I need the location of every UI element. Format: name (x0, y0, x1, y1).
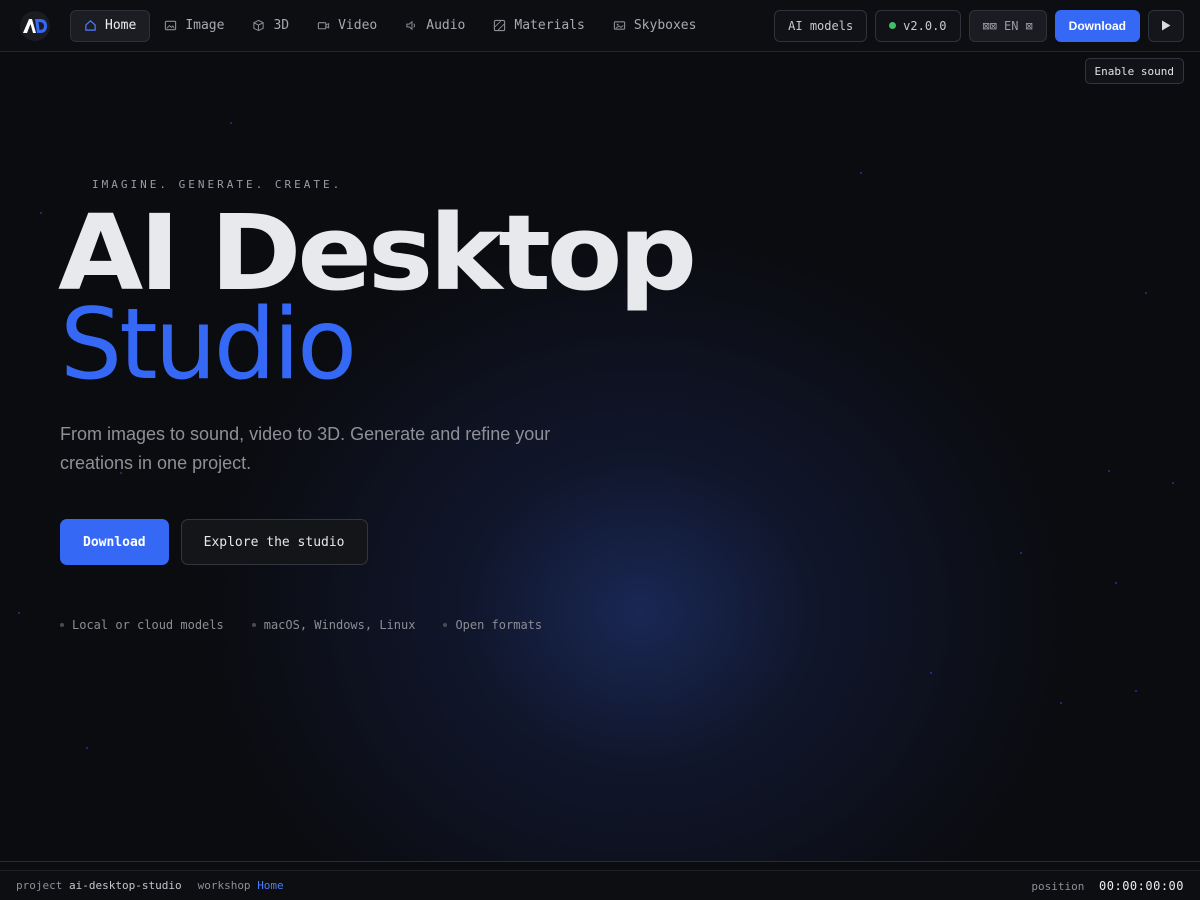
download-button[interactable]: Download (1054, 9, 1140, 42)
language-selector[interactable]: ⊠⊠ EN ⊠ (968, 9, 1047, 42)
top-bar: Home Image 3D Video Audio Materials Skyb… (0, 0, 1200, 52)
position-timecode: 00:00:00:00 (1099, 878, 1184, 893)
feature-label: macOS, Windows, Linux (263, 618, 416, 632)
nav-item-skyboxes[interactable]: Skyboxes (599, 10, 711, 42)
feature-label: Local or cloud models (72, 618, 224, 632)
enable-sound-button[interactable]: Enable sound (1084, 58, 1184, 84)
project-segment: project ai-desktop-studio (16, 879, 182, 892)
nav-item-3d[interactable]: 3D (238, 10, 303, 42)
nav-item-video[interactable]: Video (303, 10, 391, 42)
hero-title-line2: Studio (60, 288, 357, 402)
nav-item-label: Video (338, 18, 378, 33)
ai-models-label: AI models (788, 18, 854, 33)
position-label: position (1031, 879, 1085, 893)
feature-label: Open formats (455, 618, 543, 632)
cube-icon (253, 19, 265, 32)
language-label: EN (1003, 18, 1019, 33)
play-button[interactable] (1148, 9, 1184, 42)
main-nav: Home Image 3D Video Audio Materials Skyb… (70, 9, 711, 42)
nav-item-label: Materials (514, 18, 585, 33)
app-logo[interactable] (20, 10, 50, 41)
nav-item-materials[interactable]: Materials (479, 10, 598, 42)
bullet-icon (60, 623, 64, 627)
material-icon (494, 19, 506, 32)
ai-models-button[interactable]: AI models (774, 9, 868, 42)
speaker-icon (406, 20, 416, 31)
toolbar-right: AI models v2.0.0 ⊠⊠ EN ⊠ Download (774, 9, 1184, 42)
project-value: ai-desktop-studio (68, 879, 182, 892)
language-caret-glyph: ⊠ (1025, 18, 1033, 33)
flag-glyph: ⊠⊠ (982, 18, 997, 33)
hero-subtitle: From images to sound, video to 3D. Gener… (60, 424, 551, 473)
feature-list: Local or cloud models macOS, Windows, Li… (60, 618, 542, 632)
footer-divider (0, 861, 1200, 862)
workshop-link[interactable]: Home (257, 879, 284, 892)
video-icon (317, 22, 330, 30)
status-dot-icon (889, 22, 897, 29)
hero-tagline: IMAGINE. GENERATE. CREATE. (92, 178, 343, 191)
bullet-icon (443, 623, 448, 627)
hero-download-button[interactable]: Download (60, 519, 169, 565)
image-icon (165, 20, 177, 31)
nav-item-audio[interactable]: Audio (391, 10, 479, 42)
status-bar: project ai-desktop-studio workshop Home … (0, 870, 1200, 900)
version-badge[interactable]: v2.0.0 (875, 9, 961, 42)
version-label: v2.0.0 (903, 18, 947, 33)
workshop-segment: workshop Home (198, 879, 284, 892)
nav-item-label: Home (105, 18, 137, 33)
logo-icon (23, 18, 47, 33)
feature-item: Local or cloud models (60, 618, 224, 632)
home-icon (85, 20, 96, 31)
feature-item: Open formats (443, 618, 542, 632)
skybox-icon (613, 21, 626, 30)
nav-item-label: Skyboxes (633, 18, 697, 33)
nav-item-home[interactable]: Home (70, 9, 151, 42)
project-label: project (16, 879, 63, 892)
nav-item-image[interactable]: Image (150, 10, 238, 42)
play-icon (1162, 20, 1171, 31)
nav-item-label: 3D (273, 18, 290, 33)
nav-item-label: Audio (426, 18, 466, 33)
workshop-label: workshop (197, 879, 251, 892)
explore-studio-button[interactable]: Explore the studio (180, 519, 368, 565)
position-segment: position 00:00:00:00 (1031, 879, 1184, 893)
nav-item-label: Image (185, 18, 225, 33)
hero-cta-row: Download Explore the studio (60, 519, 368, 565)
feature-item: macOS, Windows, Linux (251, 618, 416, 632)
bullet-icon (251, 623, 256, 627)
